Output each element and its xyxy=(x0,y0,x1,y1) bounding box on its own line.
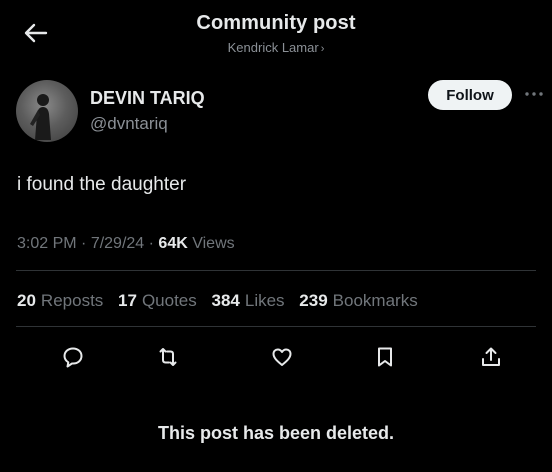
meta-separator: · xyxy=(76,235,91,252)
views-count: 64K xyxy=(158,235,188,252)
views-label: Views xyxy=(192,235,235,252)
page-title: Community post xyxy=(196,12,356,34)
quotes-stat[interactable]: 17 Quotes xyxy=(118,291,197,310)
repost-button[interactable] xyxy=(151,340,185,374)
deleted-notice: This post has been deleted. xyxy=(157,423,395,443)
engagement-stats: 20 Reposts 17 Quotes 384 Likes 239 Bookmarks xyxy=(17,291,428,311)
post-meta: 3:02 PM · 7/29/24 · 64K Views xyxy=(17,235,235,253)
post-author: DEVIN TARIQ @dvntariq Follow xyxy=(16,78,543,142)
heart-icon xyxy=(270,345,294,369)
share-icon xyxy=(479,345,503,369)
likes-count: 384 xyxy=(211,291,240,310)
chevron-right-icon: › xyxy=(320,43,325,55)
person-silhouette-icon xyxy=(30,94,51,140)
share-button[interactable] xyxy=(474,340,508,374)
follow-button[interactable]: Follow xyxy=(428,80,512,110)
community-name: Kendrick Lamar xyxy=(227,40,319,55)
author-handle[interactable]: @dvntariq xyxy=(90,114,168,134)
community-link[interactable]: Kendrick Lamar › xyxy=(0,40,552,55)
repost-icon xyxy=(156,345,180,369)
reply-button[interactable] xyxy=(56,340,90,374)
more-options-button[interactable] xyxy=(520,84,548,104)
post-date: 7/29/24 xyxy=(90,235,145,252)
bookmarks-stat[interactable]: 239 Bookmarks xyxy=(299,291,417,310)
divider xyxy=(16,326,536,327)
community-post-screen: Community post Kendrick Lamar › DEVIN TAR… xyxy=(0,0,552,472)
reposts-count: 20 xyxy=(17,291,36,310)
meta-separator: · xyxy=(144,235,159,252)
reposts-label: Reposts xyxy=(40,291,104,310)
reply-icon xyxy=(61,345,85,369)
likes-stat[interactable]: 384 Likes xyxy=(212,291,285,310)
likes-label: Likes xyxy=(244,291,285,310)
bookmark-button[interactable] xyxy=(368,340,402,374)
reposts-stat[interactable]: 20 Reposts xyxy=(17,291,103,310)
quotes-count: 17 xyxy=(118,291,137,310)
author-name[interactable]: DEVIN TARIQ xyxy=(90,88,205,109)
divider xyxy=(16,270,536,271)
avatar[interactable] xyxy=(16,80,78,142)
quotes-label: Quotes xyxy=(141,291,197,310)
more-horizontal-icon xyxy=(524,91,544,97)
like-button[interactable] xyxy=(265,340,299,374)
top-bar: Community post Kendrick Lamar › xyxy=(0,0,552,62)
bookmarks-count: 239 xyxy=(299,291,328,310)
bookmark-icon xyxy=(373,345,397,369)
action-bar xyxy=(0,340,552,374)
post-time: 3:02 PM xyxy=(17,235,77,252)
bookmarks-label: Bookmarks xyxy=(332,291,418,310)
post-text: i found the daughter xyxy=(17,174,187,195)
